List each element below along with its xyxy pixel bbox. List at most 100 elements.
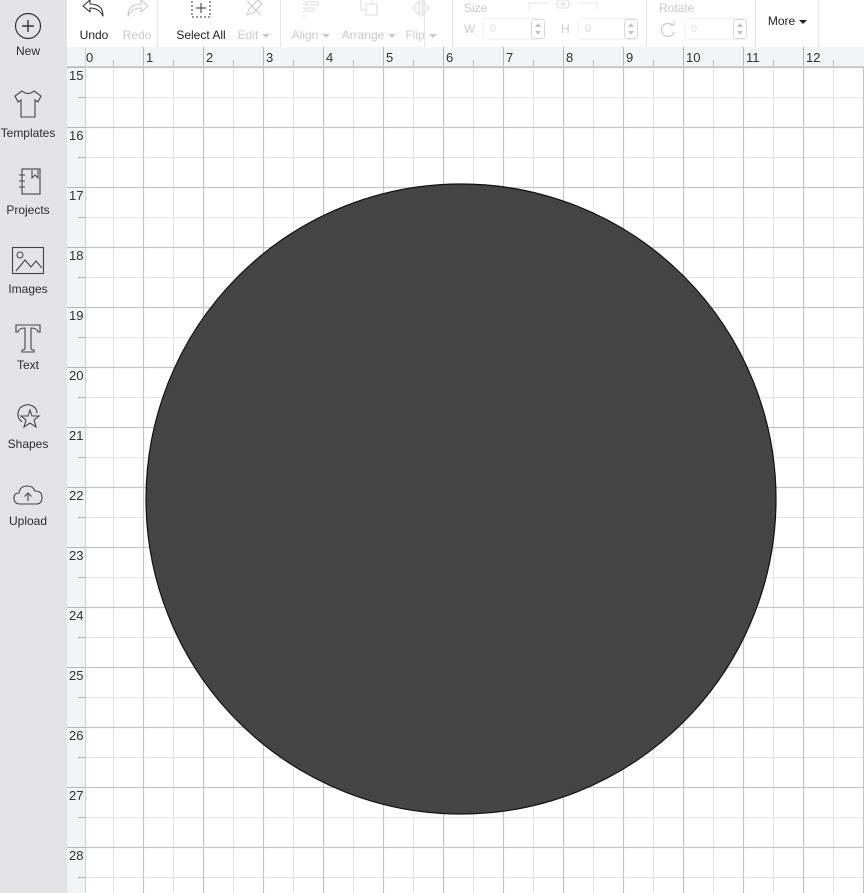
tshirt-icon bbox=[14, 90, 42, 118]
ruler-minor-tick bbox=[413, 60, 414, 66]
select-all-label: Select All bbox=[176, 28, 226, 42]
ruler-label: 17 bbox=[69, 188, 84, 203]
sidebar-item-projects[interactable]: Projects bbox=[0, 167, 56, 217]
ruler-major-tick bbox=[143, 47, 144, 66]
notebook-icon bbox=[19, 168, 41, 195]
sidebar-item-templates[interactable]: Templates bbox=[0, 88, 56, 140]
height-label: H bbox=[561, 22, 570, 36]
plus-circle-icon bbox=[14, 12, 42, 40]
ruler-major-tick bbox=[743, 47, 744, 66]
rotate-stepper[interactable] bbox=[733, 19, 747, 39]
horizontal-ruler: 0 1 2 3 4 5 6 7 8 9 10 11 12 bbox=[86, 47, 864, 67]
ruler-label: 18 bbox=[69, 248, 84, 263]
align-dropdown[interactable]: Align bbox=[289, 0, 333, 47]
ruler-minor-tick bbox=[78, 817, 85, 818]
top-toolbar: Undo Redo Select All Edit Align Arrange … bbox=[67, 0, 864, 47]
ruler-label: 23 bbox=[69, 548, 84, 563]
ruler-major-tick bbox=[623, 47, 624, 66]
width-stepper[interactable] bbox=[531, 19, 545, 39]
ruler-minor-tick bbox=[533, 60, 534, 66]
chevron-down-icon bbox=[322, 33, 331, 38]
ruler-label: 25 bbox=[69, 668, 84, 683]
ruler-label: 7 bbox=[506, 50, 514, 65]
height-stepper[interactable] bbox=[624, 19, 638, 39]
ruler-label: 9 bbox=[626, 50, 634, 65]
ruler-label: 22 bbox=[69, 488, 84, 503]
sidebar-item-upload[interactable]: Upload bbox=[0, 482, 56, 528]
arrange-icon bbox=[360, 0, 378, 16]
ruler-label: 0 bbox=[86, 50, 94, 65]
more-dropdown[interactable]: More bbox=[756, 0, 819, 47]
ruler-minor-tick bbox=[78, 277, 85, 278]
ruler-minor-tick bbox=[78, 397, 85, 398]
size-title: Size bbox=[464, 1, 488, 15]
ruler-major-tick bbox=[263, 47, 264, 66]
flip-dropdown[interactable]: Flip bbox=[401, 0, 441, 47]
text-t-icon bbox=[15, 324, 41, 353]
undo-label: Undo bbox=[79, 28, 109, 42]
select-all-button[interactable]: Select All bbox=[175, 0, 227, 47]
chevron-down-icon bbox=[799, 19, 808, 24]
ruler-label: 6 bbox=[446, 50, 454, 65]
more-label: More bbox=[767, 14, 796, 28]
ruler-minor-tick bbox=[293, 60, 294, 66]
layout-group: Align Arrange Flip bbox=[281, 0, 437, 47]
sidebar-item-label: Templates bbox=[0, 126, 56, 140]
cloud-upload-icon bbox=[13, 485, 43, 505]
align-icon bbox=[303, 0, 319, 17]
ruler-major-tick bbox=[683, 47, 684, 66]
ruler-minor-tick bbox=[78, 217, 85, 218]
selection-group: Select All Edit bbox=[158, 0, 281, 47]
width-label: W bbox=[464, 22, 476, 36]
sidebar-item-images[interactable]: Images bbox=[0, 246, 56, 296]
arrange-label: Arrange bbox=[341, 28, 385, 42]
design-canvas[interactable] bbox=[86, 67, 864, 893]
lock-icon[interactable] bbox=[528, 0, 598, 10]
redo-button[interactable]: Redo bbox=[119, 0, 155, 47]
ruler-label: 12 bbox=[806, 50, 821, 65]
chevron-down-icon bbox=[428, 33, 437, 38]
ruler-minor-tick bbox=[78, 697, 85, 698]
more-group: More bbox=[756, 0, 819, 47]
ruler-minor-tick bbox=[713, 60, 714, 66]
ruler-major-tick bbox=[503, 47, 504, 66]
ruler-minor-tick bbox=[78, 157, 85, 158]
ruler-minor-tick bbox=[78, 517, 85, 518]
ruler-label: 5 bbox=[386, 50, 394, 65]
sidebar-item-label: New bbox=[15, 44, 40, 58]
chevron-down-icon bbox=[388, 33, 397, 38]
ruler-minor-tick bbox=[78, 457, 85, 458]
ruler-label: 21 bbox=[69, 428, 84, 443]
sidebar-item-shapes[interactable]: Shapes bbox=[0, 401, 56, 451]
ruler-minor-tick bbox=[653, 60, 654, 66]
ruler-corner bbox=[67, 47, 86, 67]
ruler-minor-tick bbox=[78, 577, 85, 578]
ruler-major-tick bbox=[203, 47, 204, 66]
edit-icon bbox=[246, 0, 263, 16]
sidebar-item-label: Images bbox=[8, 282, 48, 296]
ruler-label: 1 bbox=[146, 50, 154, 65]
rotate-group: Rotate 0 bbox=[647, 0, 756, 47]
ruler-minor-tick bbox=[773, 60, 774, 66]
ruler-minor-tick bbox=[353, 60, 354, 66]
ruler-label: 2 bbox=[206, 50, 214, 65]
ruler-minor-tick bbox=[593, 60, 594, 66]
sidebar-item-text[interactable]: Text bbox=[0, 322, 56, 372]
ruler-major-tick bbox=[443, 47, 444, 66]
undo-button[interactable]: Undo bbox=[75, 0, 113, 47]
chevron-down-icon bbox=[262, 33, 271, 38]
edit-dropdown[interactable]: Edit bbox=[233, 0, 275, 47]
canvas-grid bbox=[86, 67, 864, 893]
edit-label: Edit bbox=[237, 28, 259, 42]
ruler-minor-tick bbox=[78, 97, 85, 98]
size-group: Size W 0 H 0 bbox=[452, 0, 647, 47]
arrange-dropdown[interactable]: Arrange bbox=[341, 0, 397, 47]
circle-shape[interactable] bbox=[145, 183, 777, 815]
ruler-minor-tick bbox=[473, 60, 474, 66]
ruler-minor-tick bbox=[233, 60, 234, 66]
align-label: Align bbox=[291, 28, 319, 42]
redo-label: Redo bbox=[122, 28, 152, 42]
sidebar-item-label: Projects bbox=[6, 203, 50, 217]
sidebar-item-new[interactable]: New bbox=[0, 12, 56, 58]
history-group: Undo Redo bbox=[67, 0, 158, 47]
